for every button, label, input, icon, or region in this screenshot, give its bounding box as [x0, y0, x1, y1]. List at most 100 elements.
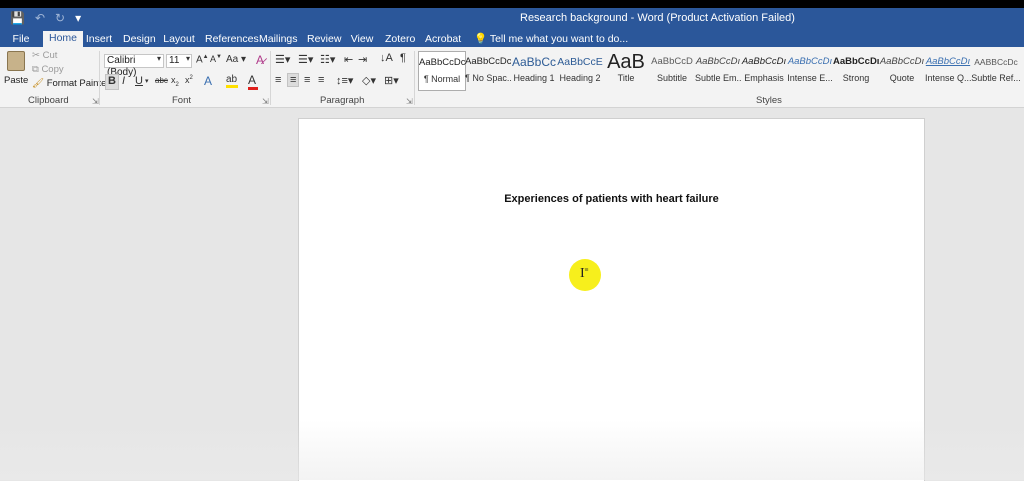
customize-qat-icon[interactable]: ▾ — [75, 11, 81, 25]
clipboard-icon — [7, 51, 25, 71]
format-painter-button[interactable]: 🖌 Format Painter — [32, 78, 110, 89]
tab-review[interactable]: Review — [307, 32, 341, 47]
style-intense-emphasis[interactable]: AaBbCcDı Intense E... — [787, 51, 833, 89]
style-name: ¶ Normal — [423, 74, 461, 84]
tab-design[interactable]: Design — [123, 32, 156, 47]
style-preview: AaBbCc — [511, 55, 557, 69]
tab-references[interactable]: References — [205, 32, 259, 47]
title-bar: 💾 ↶ ↻ ▾ Research background - Word (Prod… — [0, 8, 1024, 30]
increase-indent-icon[interactable]: ⇥ — [358, 53, 367, 66]
paste-button[interactable]: Paste — [4, 51, 28, 91]
chevron-down-icon[interactable]: ▾ — [145, 77, 149, 85]
cut-label: Cut — [42, 50, 58, 61]
scissors-icon: ✂ — [32, 50, 40, 61]
style-emphasis[interactable]: AaBbCcDı Emphasis — [741, 51, 787, 89]
highlight-icon[interactable]: ab — [226, 74, 238, 88]
tab-view[interactable]: View — [349, 32, 375, 47]
undo-icon[interactable]: ↶ — [35, 11, 45, 25]
divider — [270, 51, 271, 105]
style-name: Heading 1 — [513, 73, 555, 83]
underline-icon[interactable]: U — [135, 75, 143, 87]
bullets-icon[interactable]: ☰▾ — [275, 53, 290, 66]
style-preview: AaBbCcDc — [465, 56, 511, 67]
document-title[interactable]: Experiences of patients with heart failu… — [299, 193, 924, 205]
decrease-indent-icon[interactable]: ⇤ — [344, 53, 353, 66]
style-subtitle[interactable]: AaBbCcD Subtitle — [649, 51, 695, 89]
chevron-down-icon[interactable]: ▾ — [186, 54, 190, 63]
style-name: Title — [617, 73, 635, 83]
tab-layout[interactable]: Layout — [163, 32, 195, 47]
style-name: Heading 2 — [559, 73, 601, 83]
style-name: Intense Q... — [925, 73, 971, 83]
multilevel-list-icon[interactable]: ☷▾ — [320, 53, 335, 66]
align-center-icon[interactable]: ≡ — [287, 73, 300, 87]
font-dialog-launcher[interactable]: ⇲ — [262, 97, 269, 106]
style-heading-1[interactable]: AaBbCc Heading 1 — [511, 51, 557, 89]
text-effects-icon[interactable]: A — [204, 74, 212, 88]
style-quote[interactable]: AaBbCcDı Quote — [879, 51, 925, 89]
numbering-icon[interactable]: ☰▾ — [298, 53, 313, 66]
align-left-icon[interactable]: ≡ — [275, 74, 281, 86]
paragraph-dialog-launcher[interactable]: ⇲ — [406, 97, 413, 106]
style-no-spacing[interactable]: AaBbCcDc ¶ No Spac... — [465, 51, 511, 89]
shading-icon[interactable]: ◇▾ — [362, 74, 376, 87]
style-preview: AaB — [607, 51, 645, 73]
divider — [99, 51, 100, 105]
font-color-icon[interactable]: A — [248, 73, 258, 90]
window-title: Research background - Word (Product Acti… — [520, 12, 795, 24]
text-cursor-icon: I≡ — [580, 266, 589, 281]
clear-formatting-icon[interactable]: A̷ — [256, 53, 264, 67]
tab-mailings[interactable]: Mailings — [259, 32, 298, 47]
copy-icon: ⧉ — [32, 64, 39, 75]
screen-top-edge — [0, 0, 1024, 8]
style-name: Subtle Ref... — [971, 73, 1021, 83]
shrink-font-icon[interactable]: A▼ — [210, 54, 222, 64]
copy-label: Copy — [41, 64, 64, 75]
style-name: Quote — [889, 73, 915, 83]
style-preview: AaBbCcD — [651, 56, 693, 67]
tell-me-search[interactable]: 💡 Tell me what you want to do... — [474, 32, 628, 45]
superscript-icon[interactable]: x2 — [185, 75, 193, 85]
cut-button[interactable]: ✂ Cut — [32, 50, 57, 61]
style-preview: AaBbCcDı — [741, 56, 787, 67]
copy-button[interactable]: ⧉ Copy — [32, 64, 64, 75]
tab-home[interactable]: Home — [43, 31, 83, 47]
style-subtle-emphasis[interactable]: AaBbCcDı Subtle Em... — [695, 51, 741, 89]
align-right-icon[interactable]: ≡ — [304, 74, 310, 86]
tab-zotero[interactable]: Zotero — [385, 32, 415, 47]
subscript-icon[interactable]: x2 — [171, 75, 179, 88]
sort-icon[interactable]: ↓A — [380, 52, 393, 64]
borders-icon[interactable]: ⊞▾ — [384, 74, 399, 87]
italic-icon[interactable]: I — [122, 75, 125, 87]
tell-me-text: Tell me what you want to do... — [489, 33, 629, 45]
redo-icon[interactable]: ↻ — [55, 11, 65, 25]
pilcrow-icon[interactable]: ¶ — [400, 52, 406, 64]
style-heading-2[interactable]: AaBbCcE Heading 2 — [557, 51, 603, 89]
style-subtle-reference[interactable]: AABBCcDc Subtle Ref... — [971, 51, 1021, 89]
tab-file[interactable]: File — [8, 32, 34, 47]
bold-icon[interactable]: B — [105, 74, 119, 90]
justify-icon[interactable]: ≡ — [318, 74, 324, 86]
font-family-select[interactable]: Calibri (Body) — [104, 54, 164, 78]
style-title[interactable]: AaB Title — [603, 51, 649, 89]
strikethrough-icon[interactable]: abc — [155, 76, 168, 85]
style-preview: AaBbCcDı — [925, 56, 971, 67]
style-normal[interactable]: AaBbCcDc ¶ Normal — [418, 51, 466, 91]
divider — [414, 51, 415, 105]
format-painter-label: Format Painter — [46, 78, 110, 89]
chevron-down-icon[interactable]: ▾ — [157, 54, 161, 63]
clipboard-dialog-launcher[interactable]: ⇲ — [92, 97, 99, 106]
line-spacing-icon[interactable]: ↕≡▾ — [336, 74, 353, 87]
style-intense-quote[interactable]: AaBbCcDı Intense Q... — [925, 51, 971, 89]
style-name: Strong — [842, 73, 870, 83]
grow-font-icon[interactable]: A▲ — [196, 54, 209, 65]
tab-acrobat[interactable]: Acrobat — [425, 32, 461, 47]
style-strong[interactable]: AaBbCcDı Strong — [833, 51, 879, 89]
style-preview: AaBbCcDı — [695, 56, 741, 67]
change-case-icon[interactable]: Aa ▾ — [226, 54, 246, 65]
save-icon[interactable]: 💾 — [10, 11, 25, 25]
ribbon-tabs: File Home Insert Design Layout Reference… — [0, 30, 1024, 47]
style-name: ¶ No Spac... — [465, 73, 511, 83]
tab-insert[interactable]: Insert — [85, 32, 113, 47]
font-size-value: 11 — [169, 55, 180, 66]
